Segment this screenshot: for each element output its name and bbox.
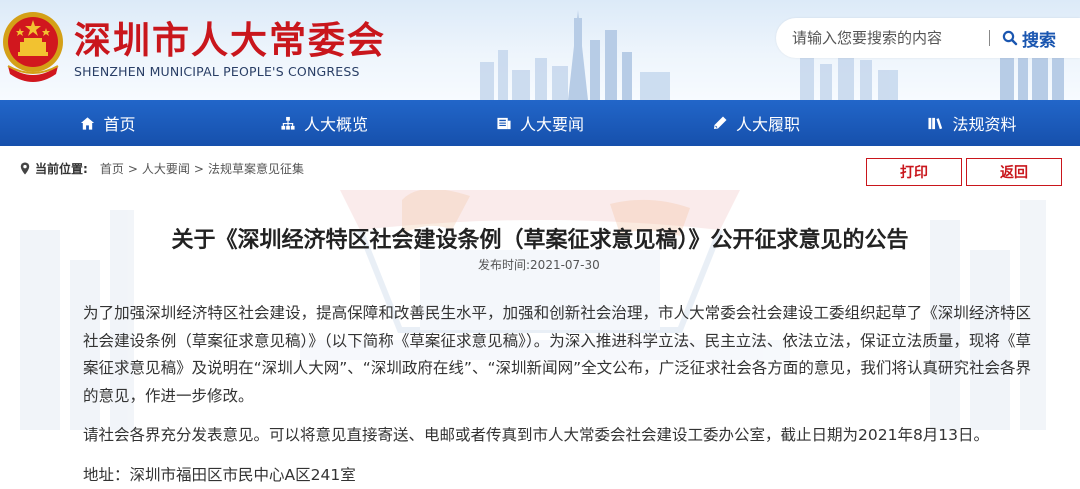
nav-item-label: 人大履职 [735, 115, 800, 134]
org-chart-icon [281, 116, 295, 130]
nav-item-news[interactable]: 人大要闻 [432, 100, 648, 146]
nav-item-label: 法规资料 [952, 115, 1017, 134]
article-paragraph: 请社会各界充分发表意见。可以将意见直接寄送、电邮或者传真到市人大常委会社会建设工… [83, 422, 1031, 450]
nav-item-label: 首页 [103, 115, 136, 134]
nav-item-duties[interactable]: 人大履职 [648, 100, 864, 146]
nav-item-regulations[interactable]: 法规资料 [864, 100, 1080, 146]
site-header: 深圳市人大常委会 SHENZHEN MUNICIPAL PEOPLE'S CON… [0, 0, 1080, 100]
nav-item-label: 人大概览 [303, 115, 368, 134]
paragraph-text: 请社会各界充分发表意见。可以将意见直接寄送、电邮或者传真到市人大常委会社会建设工… [83, 426, 990, 445]
search-button[interactable]: 搜索 [1002, 26, 1056, 51]
breadcrumb-separator: > [127, 161, 138, 176]
pen-icon [713, 116, 727, 129]
site-title: 深圳市人大常委会 [74, 19, 386, 62]
breadcrumb-label: 当前位置: [35, 162, 88, 176]
publish-label: 发布时间: [478, 258, 531, 272]
breadcrumb-item-news[interactable]: 人大要闻 [142, 160, 190, 177]
search-box: 搜索 [776, 18, 1080, 58]
search-divider [989, 30, 990, 46]
paragraph-text: 地址：深圳市福田区市民中心A区241室 [83, 465, 356, 484]
article-paragraph: 地址：深圳市福田区市民中心A区241室 [83, 462, 1031, 489]
search-icon [1002, 30, 1018, 46]
home-icon [81, 116, 95, 130]
news-icon [497, 117, 511, 129]
article-body: 为了加强深圳经济特区社会建设，提高保障和改善民生水平，加强和创新社会治理，市人大… [83, 300, 1031, 489]
breadcrumb-item-home[interactable]: 首页 [100, 160, 124, 177]
print-button[interactable]: 打印 [866, 158, 962, 186]
publish-date: 2021-07-30 [530, 258, 600, 272]
nav-item-label: 人大要闻 [519, 115, 584, 134]
article-paragraph: 为了加强深圳经济特区社会建设，提高保障和改善民生水平，加强和创新社会治理，市人大… [83, 300, 1031, 410]
breadcrumb-item-draft-solicitation[interactable]: 法规草案意见征集 [208, 160, 304, 177]
national-emblem-logo [3, 12, 63, 82]
breadcrumb-separator: > [193, 161, 204, 176]
main-nav: 首页 人大概览 人大要闻 人大履职 法规资料 [0, 100, 1080, 146]
article-title: 关于《深圳经济特区社会建设条例（草案征求意见稿）》公开征求意见的公告 [171, 228, 909, 253]
nav-item-home[interactable]: 首页 [0, 100, 216, 146]
paragraph-text: 为了加强深圳经济特区社会建设，提高保障和改善民生水平，加强和创新社会治理，市人大… [83, 304, 1031, 405]
nav-item-overview[interactable]: 人大概览 [216, 100, 432, 146]
breadcrumb: 当前位置: 首页 > 人大要闻 > 法规草案意见征集 [20, 160, 304, 177]
site-subtitle: SHENZHEN MUNICIPAL PEOPLE'S CONGRESS [74, 64, 360, 79]
search-button-label: 搜索 [1022, 30, 1056, 51]
books-icon [928, 117, 943, 129]
search-input[interactable] [792, 26, 992, 50]
location-pin-icon [20, 162, 30, 175]
back-button[interactable]: 返回 [966, 158, 1062, 186]
publish-info: 发布时间:2021-07-30 [478, 256, 600, 273]
